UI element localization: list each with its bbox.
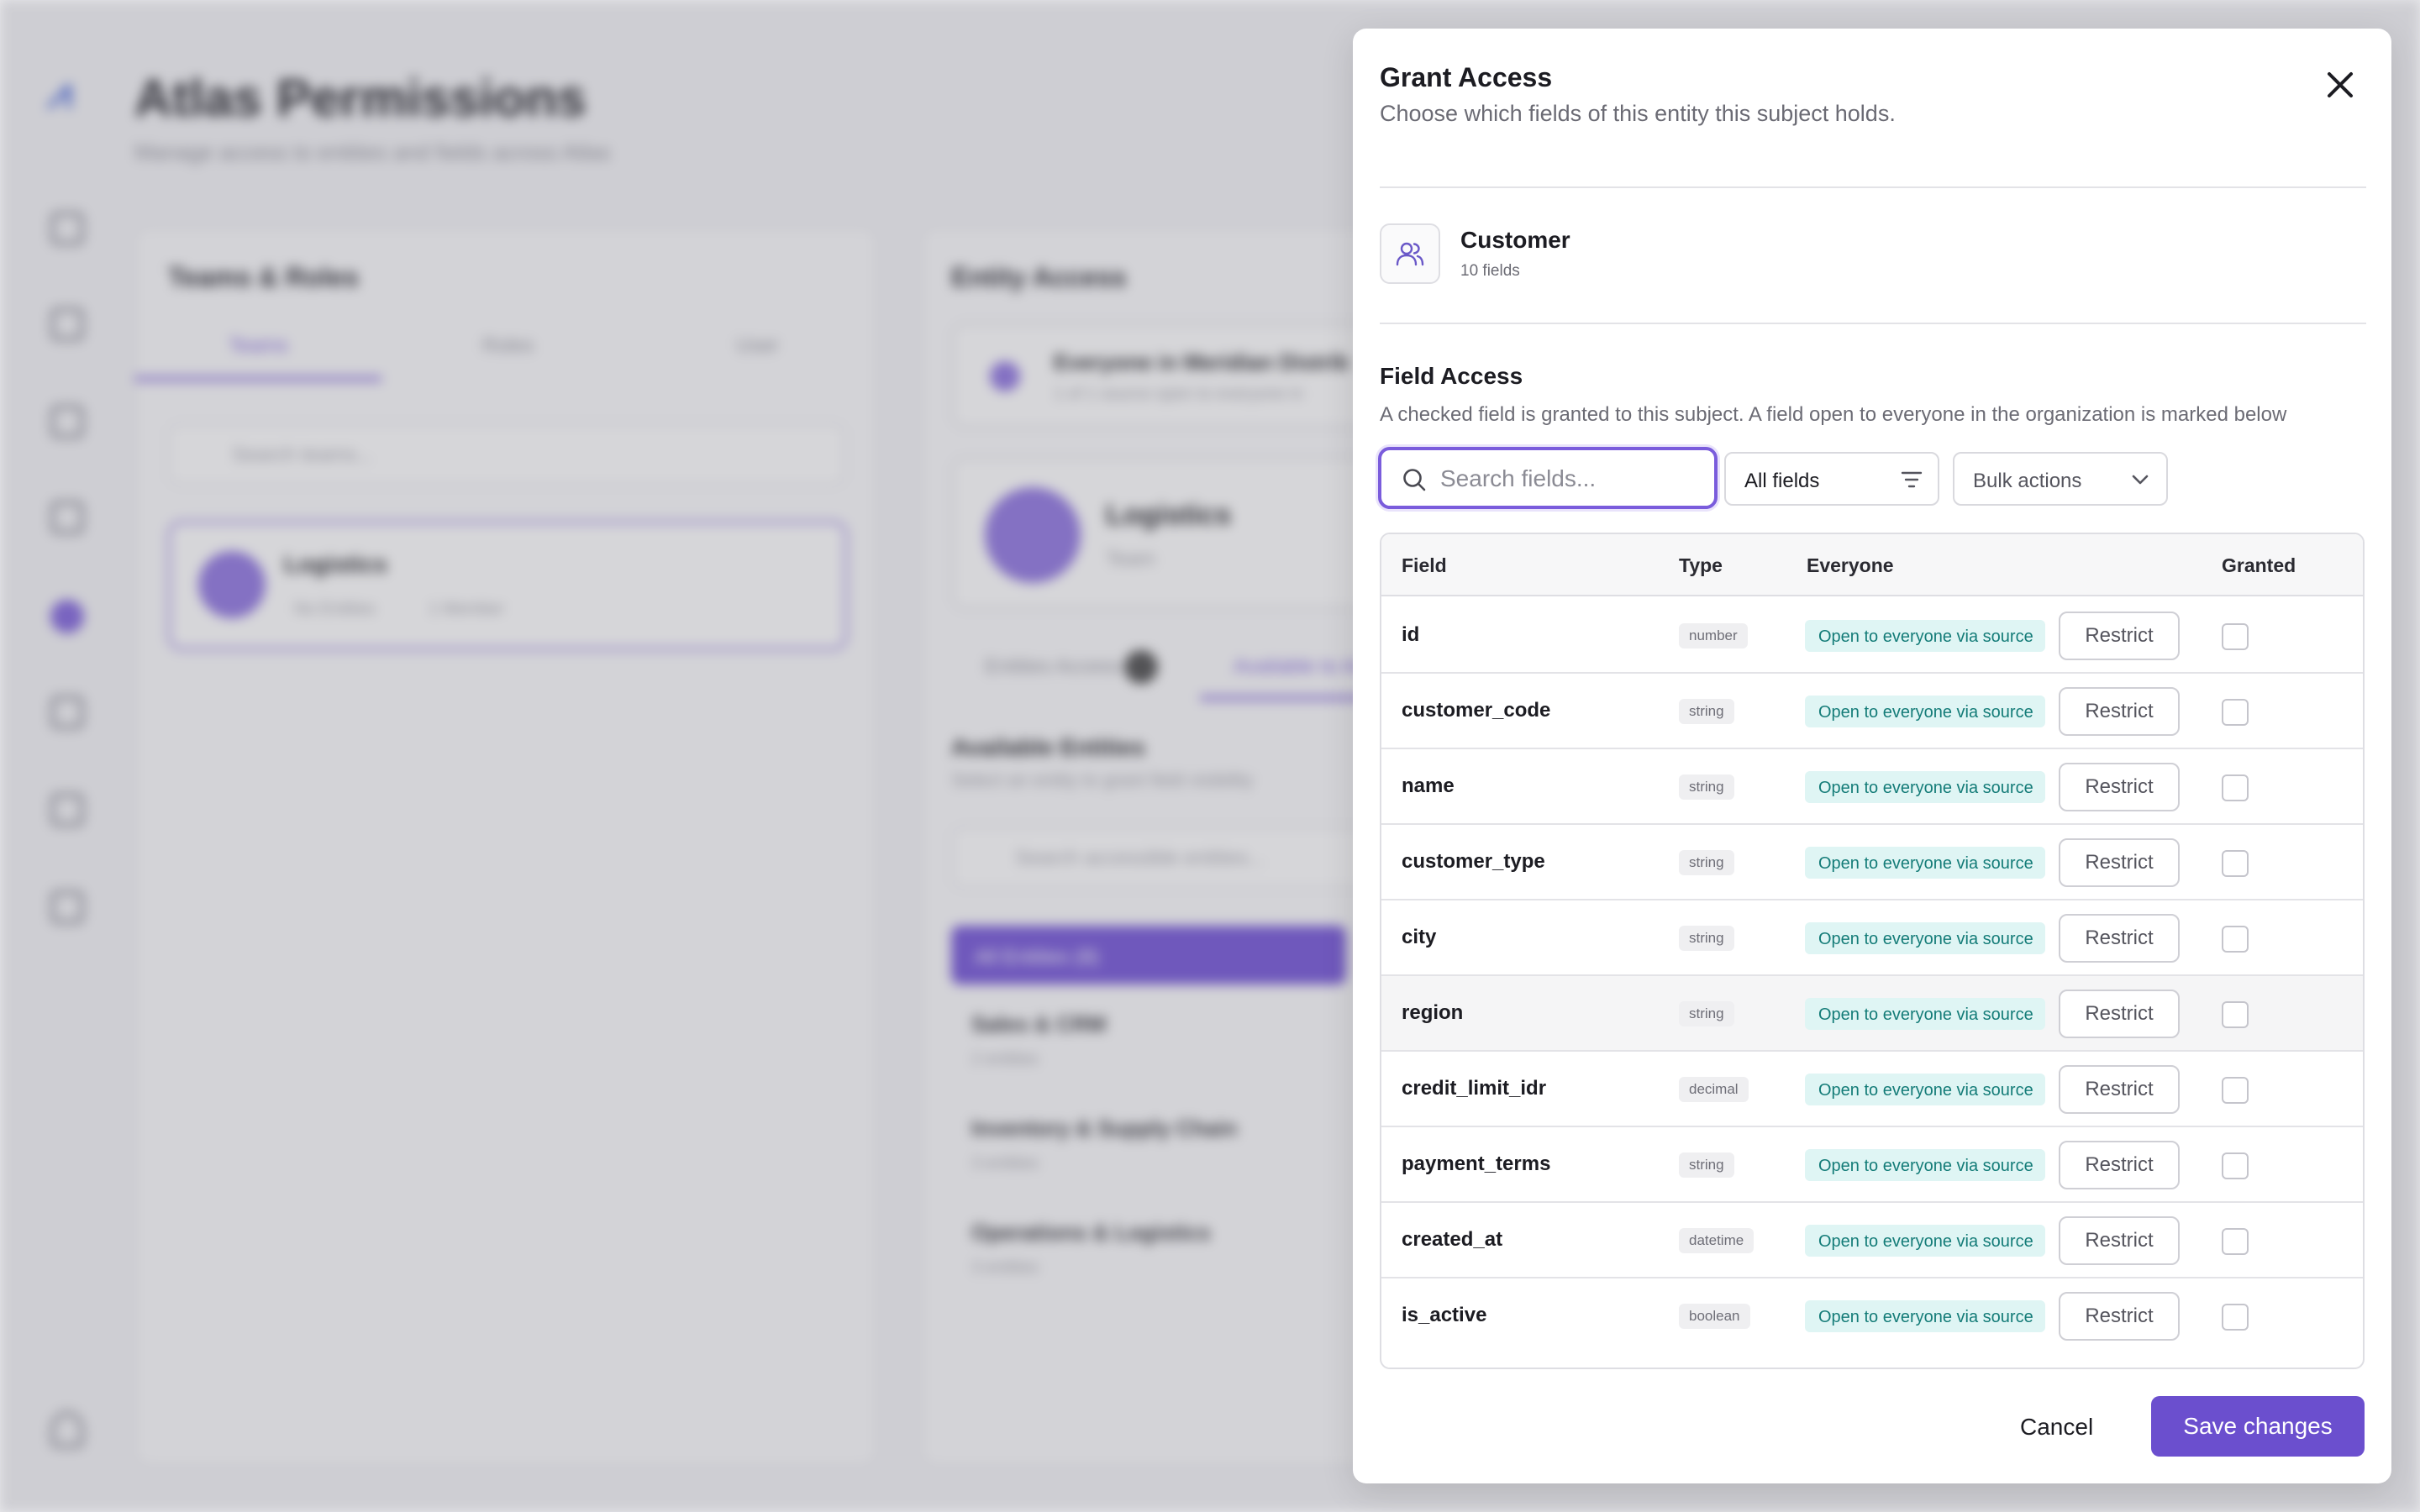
field-name: name bbox=[1402, 774, 1455, 797]
column-header-granted: Granted bbox=[2222, 554, 2296, 576]
type-badge: datetime bbox=[1679, 1228, 1754, 1253]
everyone-badge: Open to everyone via source bbox=[1805, 1149, 2045, 1181]
bulk-actions-label: Bulk actions bbox=[1973, 470, 2082, 492]
granted-checkbox[interactable] bbox=[2222, 1001, 2249, 1028]
type-badge: decimal bbox=[1679, 1077, 1749, 1102]
entity-field-count: 10 fields bbox=[1460, 262, 1520, 280]
table-row: customer_type string Open to everyone vi… bbox=[1381, 825, 2363, 900]
table-row: created_at datetime Open to everyone via… bbox=[1381, 1203, 2363, 1278]
restrict-button[interactable]: Restrict bbox=[2059, 1141, 2180, 1189]
search-icon bbox=[1403, 469, 1426, 491]
everyone-badge: Open to everyone via source bbox=[1805, 771, 2045, 803]
table-row: id number Open to everyone via source Re… bbox=[1381, 598, 2363, 674]
field-access-title: Field Access bbox=[1380, 363, 1523, 389]
column-header-type: Type bbox=[1679, 554, 1723, 576]
field-name: id bbox=[1402, 623, 1420, 646]
filter-selected-label: All fields bbox=[1744, 470, 1820, 492]
column-header-field: Field bbox=[1402, 554, 1447, 576]
entity-icon bbox=[1380, 223, 1440, 284]
restrict-button[interactable]: Restrict bbox=[2059, 838, 2180, 887]
table-row: city string Open to everyone via source … bbox=[1381, 900, 2363, 976]
everyone-badge: Open to everyone via source bbox=[1805, 620, 2045, 652]
granted-checkbox[interactable] bbox=[2222, 1228, 2249, 1255]
type-badge: string bbox=[1679, 1001, 1734, 1026]
close-icon bbox=[2328, 72, 2353, 97]
restrict-button[interactable]: Restrict bbox=[2059, 1065, 2180, 1114]
type-badge: boolean bbox=[1679, 1304, 1750, 1329]
table-header: Field Type Everyone Granted bbox=[1381, 534, 2363, 596]
everyone-badge: Open to everyone via source bbox=[1805, 922, 2045, 954]
search-input[interactable] bbox=[1440, 460, 1709, 497]
table-row: credit_limit_idr decimal Open to everyon… bbox=[1381, 1052, 2363, 1127]
table-row: name string Open to everyone via source … bbox=[1381, 749, 2363, 825]
field-filter-select[interactable]: All fields bbox=[1724, 452, 1939, 506]
table-row: payment_terms string Open to everyone vi… bbox=[1381, 1127, 2363, 1203]
everyone-badge: Open to everyone via source bbox=[1805, 1074, 2045, 1105]
granted-checkbox[interactable] bbox=[2222, 699, 2249, 726]
type-badge: number bbox=[1679, 623, 1748, 648]
field-access-table: Field Type Everyone Granted id number Op… bbox=[1380, 533, 2365, 1369]
granted-checkbox[interactable] bbox=[2222, 774, 2249, 801]
type-badge: string bbox=[1679, 699, 1734, 724]
granted-checkbox[interactable] bbox=[2222, 1304, 2249, 1331]
field-search-box[interactable] bbox=[1378, 447, 1718, 509]
granted-checkbox[interactable] bbox=[2222, 1077, 2249, 1104]
field-name: is_active bbox=[1402, 1304, 1487, 1326]
type-badge: string bbox=[1679, 850, 1734, 875]
grant-access-drawer: Grant Access Choose which fields of this… bbox=[1353, 29, 2391, 1483]
everyone-badge: Open to everyone via source bbox=[1805, 847, 2045, 879]
field-name: customer_type bbox=[1402, 850, 1545, 873]
entity-name: Customer bbox=[1460, 227, 1570, 253]
granted-checkbox[interactable] bbox=[2222, 926, 2249, 953]
field-name: created_at bbox=[1402, 1228, 1503, 1251]
everyone-badge: Open to everyone via source bbox=[1805, 998, 2045, 1030]
close-button[interactable] bbox=[2317, 62, 2363, 108]
restrict-button[interactable]: Restrict bbox=[2059, 763, 2180, 811]
drawer-title: Grant Access bbox=[1380, 62, 1553, 92]
filter-icon bbox=[1901, 471, 1923, 488]
everyone-badge: Open to everyone via source bbox=[1805, 1300, 2045, 1332]
restrict-button[interactable]: Restrict bbox=[2059, 687, 2180, 736]
field-name: payment_terms bbox=[1402, 1152, 1551, 1175]
restrict-button[interactable]: Restrict bbox=[2059, 1216, 2180, 1265]
granted-checkbox[interactable] bbox=[2222, 850, 2249, 877]
restrict-button[interactable]: Restrict bbox=[2059, 1292, 2180, 1341]
column-header-everyone: Everyone bbox=[1807, 554, 1894, 576]
bulk-actions-dropdown[interactable]: Bulk actions bbox=[1953, 452, 2168, 506]
restrict-button[interactable]: Restrict bbox=[2059, 990, 2180, 1038]
field-name: city bbox=[1402, 926, 1437, 948]
table-row: is_active boolean Open to everyone via s… bbox=[1381, 1278, 2363, 1354]
granted-checkbox[interactable] bbox=[2222, 623, 2249, 650]
table-row: region string Open to everyone via sourc… bbox=[1381, 976, 2363, 1052]
drawer-subtitle: Choose which fields of this entity this … bbox=[1380, 101, 1896, 126]
save-changes-button[interactable]: Save changes bbox=[2151, 1396, 2365, 1457]
type-badge: string bbox=[1679, 1152, 1734, 1178]
everyone-badge: Open to everyone via source bbox=[1805, 1225, 2045, 1257]
cancel-button[interactable]: Cancel bbox=[2010, 1398, 2103, 1457]
granted-checkbox[interactable] bbox=[2222, 1152, 2249, 1179]
users-icon bbox=[1396, 242, 1424, 266]
divider bbox=[1380, 323, 2366, 324]
field-access-description: A checked field is granted to this subje… bbox=[1380, 403, 2287, 426]
field-name: credit_limit_idr bbox=[1402, 1077, 1547, 1100]
type-badge: string bbox=[1679, 774, 1734, 800]
type-badge: string bbox=[1679, 926, 1734, 951]
divider bbox=[1380, 186, 2366, 188]
chevron-down-icon bbox=[2132, 475, 2149, 485]
everyone-badge: Open to everyone via source bbox=[1805, 696, 2045, 727]
restrict-button[interactable]: Restrict bbox=[2059, 612, 2180, 660]
field-name: region bbox=[1402, 1001, 1464, 1024]
field-name: customer_code bbox=[1402, 699, 1551, 722]
table-row: customer_code string Open to everyone vi… bbox=[1381, 674, 2363, 749]
restrict-button[interactable]: Restrict bbox=[2059, 914, 2180, 963]
